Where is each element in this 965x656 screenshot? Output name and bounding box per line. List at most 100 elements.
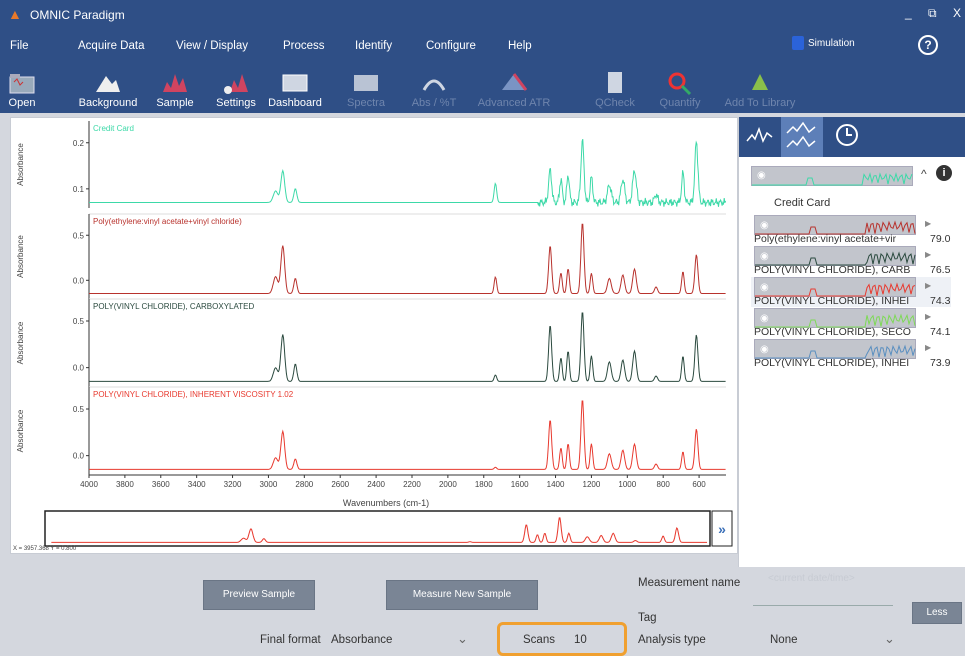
- stacked-spectra-plot[interactable]: Absorbance 0.2 0.1 Credit Card Absorbance 0.5…: [11, 118, 737, 553]
- result-thumbnail[interactable]: ◉: [754, 308, 916, 328]
- open-button[interactable]: Open: [2, 68, 42, 113]
- settings-button[interactable]: Settings: [212, 68, 260, 113]
- info-icon[interactable]: i: [936, 165, 952, 181]
- help-button[interactable]: ?: [918, 35, 938, 55]
- eye-icon[interactable]: ◉: [760, 344, 772, 355]
- y-axis-label: Absorbance: [16, 235, 25, 278]
- eye-icon[interactable]: ◉: [760, 220, 772, 231]
- spectrum-pane[interactable]: Absorbance 0.5 0.0 Poly(ethylene:vinyl acet…: [16, 213, 726, 299]
- x-tick-label: 600: [692, 480, 706, 489]
- menu-help[interactable]: Help: [508, 40, 532, 52]
- spectrum-name: POLY(VINYL CHLORIDE), CARBOXYLATED: [93, 302, 254, 311]
- search-result-item[interactable]: ◉ ▶ POLY(VINYL CHLORIDE), SECO 74.1: [751, 308, 951, 338]
- tab-compare[interactable]: [781, 117, 823, 157]
- tab-history[interactable]: [827, 117, 869, 157]
- quantify-button[interactable]: Quantify: [654, 68, 706, 113]
- spectrum-pane[interactable]: Absorbance 0.5 0.0 POLY(VINYL CHLORIDE), CA…: [16, 298, 726, 387]
- measurement-name-input[interactable]: <current date/time>: [768, 573, 855, 584]
- simulation-label[interactable]: Simulation: [808, 38, 855, 49]
- result-score: 73.9: [930, 357, 951, 369]
- preview-sample-button[interactable]: Preview Sample: [203, 580, 315, 610]
- expand-arrow-icon[interactable]: ▶: [925, 343, 931, 352]
- expand-arrow-icon[interactable]: ▶: [925, 250, 931, 259]
- search-result-item[interactable]: ◉ ▶ POLY(VINYL CHLORIDE), CARB 76.5: [751, 246, 951, 276]
- spectrum-pane[interactable]: Absorbance 0.2 0.1 Credit Card: [16, 121, 727, 208]
- menu-process[interactable]: Process: [283, 40, 325, 52]
- advanced-atr-button[interactable]: Advanced ATR: [474, 68, 554, 113]
- quantify-icon: [668, 72, 692, 96]
- close-button[interactable]: X: [953, 6, 961, 20]
- y-tick-label: 0.5: [73, 405, 85, 414]
- spectra-view[interactable]: Absorbance 0.2 0.1 Credit Card Absorbance 0.5…: [10, 117, 738, 554]
- y-tick-label: 0.5: [73, 231, 85, 240]
- add-to-library-button[interactable]: Add To Library: [722, 68, 798, 113]
- eye-icon[interactable]: ◉: [760, 282, 772, 293]
- background-button[interactable]: Background: [72, 68, 144, 113]
- x-tick-label: 3000: [260, 480, 278, 489]
- y-axis-label: Absorbance: [16, 143, 25, 186]
- menu-file[interactable]: File: [10, 40, 29, 52]
- acquisition-panel: Preview Sample Measure New Sample Final …: [0, 567, 965, 656]
- final-format-chevron-icon[interactable]: ⌄: [457, 631, 468, 647]
- collapse-chevron-icon[interactable]: ^: [921, 167, 927, 181]
- menu-identify[interactable]: Identify: [355, 40, 392, 52]
- final-format-label: Final format: [260, 634, 321, 646]
- x-tick-label: 1600: [511, 480, 529, 489]
- measure-new-sample-button[interactable]: Measure New Sample: [386, 580, 538, 610]
- cursor-coordinate-readout: X = 3957.368 Y = 0.800: [13, 546, 77, 552]
- x-tick-label: 3800: [116, 480, 134, 489]
- eye-icon[interactable]: ◉: [760, 313, 772, 324]
- spectrum-name: Credit Card: [93, 124, 134, 133]
- spectrum-name: Poly(ethylene:vinyl acetate+vinyl chlori…: [93, 217, 242, 226]
- eye-icon[interactable]: ◉: [760, 251, 772, 262]
- window-title: OMNIC Paradigm: [30, 8, 125, 22]
- menu-configure[interactable]: Configure: [426, 40, 476, 52]
- scans-input[interactable]: 10: [574, 634, 587, 646]
- library-icon: [752, 74, 768, 90]
- qcheck-button[interactable]: QCheck: [590, 68, 640, 113]
- expand-arrow-icon[interactable]: ▶: [925, 312, 931, 321]
- abs-t-icon: [422, 79, 446, 91]
- spectrum-trace[interactable]: [89, 400, 726, 470]
- tab-spectrum[interactable]: [739, 117, 781, 157]
- clock-icon: [836, 124, 858, 146]
- query-trace: [752, 171, 913, 186]
- spectra-button[interactable]: Spectra: [344, 68, 388, 113]
- menu-view-display[interactable]: View / Display: [176, 40, 248, 52]
- eye-icon[interactable]: ◉: [757, 170, 766, 181]
- result-thumbnail[interactable]: ◉: [754, 339, 916, 359]
- tag-input[interactable]: [753, 605, 893, 606]
- dashboard-button[interactable]: Dashboard: [264, 68, 326, 113]
- spectrum-pane[interactable]: Absorbance 0.5 0.0 POLY(VINYL CHLORIDE), IN…: [16, 386, 726, 475]
- search-result-item[interactable]: ◉ ▶ POLY(VINYL CHLORIDE), INHEI 73.9: [751, 339, 951, 369]
- spectrum-trace[interactable]: [89, 139, 727, 208]
- y-axis-label: Absorbance: [16, 321, 25, 364]
- menu-acquire-data[interactable]: Acquire Data: [78, 40, 144, 52]
- expand-arrow-icon[interactable]: ▶: [925, 281, 931, 290]
- qcheck-icon: [608, 72, 622, 93]
- less-button[interactable]: Less: [912, 602, 962, 624]
- expand-arrow-icon[interactable]: ▶: [925, 219, 931, 228]
- analysis-type-chevron-icon[interactable]: ⌄: [884, 631, 895, 647]
- spectrum-trace[interactable]: [89, 312, 726, 382]
- spectrum-trace[interactable]: [89, 223, 726, 295]
- query-thumbnail[interactable]: ◉: [751, 166, 913, 186]
- x-tick-label: 2000: [439, 480, 457, 489]
- result-thumbnail[interactable]: ◉: [754, 215, 916, 235]
- result-thumbnail[interactable]: ◉: [754, 277, 916, 297]
- search-result-item[interactable]: ◉ ▶ Poly(ethylene:vinyl acetate+vir 79.0: [751, 215, 951, 245]
- menu-bar: File Acquire Data View / Display Process…: [0, 30, 965, 68]
- search-result-item[interactable]: ◉ ▶ POLY(VINYL CHLORIDE), INHEI 74.3: [751, 277, 951, 307]
- sample-button[interactable]: Sample: [150, 68, 200, 113]
- sample-icon: [163, 74, 187, 92]
- spectra-icon: [354, 75, 378, 91]
- results-tabs: [739, 117, 965, 157]
- analysis-type-select[interactable]: None: [770, 634, 798, 646]
- result-thumbnail[interactable]: ◉: [754, 246, 916, 266]
- minimize-button[interactable]: _: [905, 6, 912, 20]
- background-icon: [96, 76, 120, 92]
- restore-button[interactable]: ⧉: [928, 6, 937, 21]
- final-format-select[interactable]: Absorbance: [331, 634, 392, 646]
- abs-t-button[interactable]: Abs / %T: [408, 68, 460, 113]
- title-bar: ▲ OMNIC Paradigm _ ⧉ X: [0, 0, 965, 30]
